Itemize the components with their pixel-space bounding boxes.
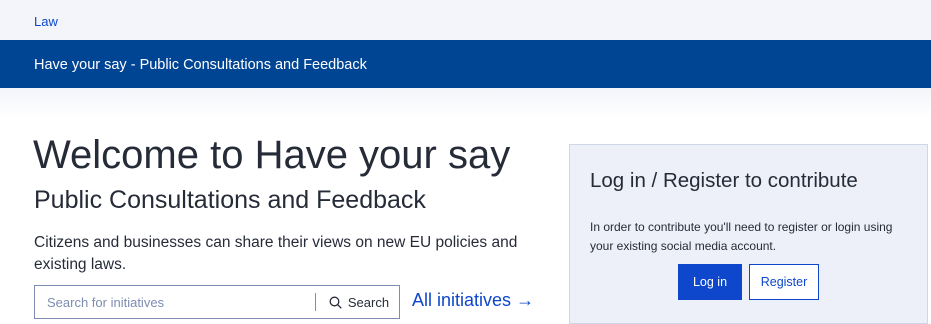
page-title: Welcome to Have your say xyxy=(33,133,511,177)
search-button[interactable]: Search xyxy=(319,286,399,318)
search-icon xyxy=(329,296,342,309)
site-header-bar: Have your say - Public Consultations and… xyxy=(0,40,931,88)
search-bar: Search xyxy=(34,285,400,319)
login-panel-text: In order to contribute you'll need to re… xyxy=(590,220,893,253)
search-divider xyxy=(315,293,316,311)
all-initiatives-link[interactable]: All initiatives → xyxy=(412,290,534,311)
all-initiatives-label: All initiatives xyxy=(412,290,512,310)
top-breadcrumb-bar: Law xyxy=(0,0,931,40)
login-register-panel: Log in / Register to contribute In order… xyxy=(569,144,928,324)
header-gradient xyxy=(0,88,931,118)
breadcrumb-law-link[interactable]: Law xyxy=(34,14,58,29)
page-description: Citizens and businesses can share their … xyxy=(34,234,518,273)
login-button[interactable]: Log in xyxy=(678,264,742,300)
login-panel-title: Log in / Register to contribute xyxy=(590,169,858,192)
page-subtitle: Public Consultations and Feedback xyxy=(34,186,426,214)
register-button[interactable]: Register xyxy=(749,264,819,300)
arrow-right-icon: → xyxy=(516,290,535,310)
site-title: Have your say - Public Consultations and… xyxy=(34,57,367,73)
search-input[interactable] xyxy=(35,286,313,318)
search-button-label: Search xyxy=(347,294,390,310)
